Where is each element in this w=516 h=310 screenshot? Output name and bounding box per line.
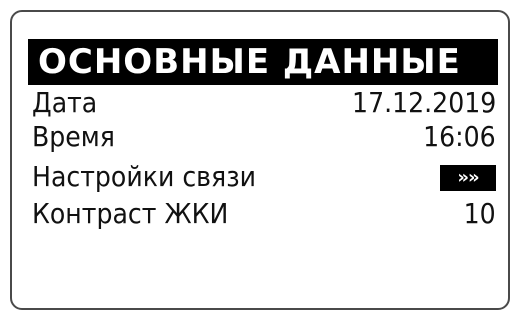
double-chevron-right-icon: »» [457, 167, 479, 188]
date-value: 17.12.2019 [351, 86, 496, 119]
menu-row-date[interactable]: Дата 17.12.2019 [32, 86, 496, 120]
title-bar: ОСНОВНЫЕ ДАННЫЕ [28, 39, 498, 85]
menu-row-time[interactable]: Время 16:06 [32, 120, 496, 154]
time-label: Время [32, 120, 115, 153]
menu-row-lcd-contrast[interactable]: Контраст ЖКИ 10 [32, 197, 496, 231]
connection-settings-label: Настройки связи [32, 160, 256, 193]
time-value: 16:06 [423, 120, 496, 153]
lcd-contrast-label: Контраст ЖКИ [32, 197, 229, 230]
screen-title: ОСНОВНЫЕ ДАННЫЕ [38, 42, 461, 82]
menu-row-connection-settings[interactable]: Настройки связи »» [32, 160, 496, 194]
lcd-contrast-value: 10 [463, 197, 496, 230]
connection-settings-open-button[interactable]: »» [440, 165, 496, 191]
date-label: Дата [32, 86, 98, 119]
